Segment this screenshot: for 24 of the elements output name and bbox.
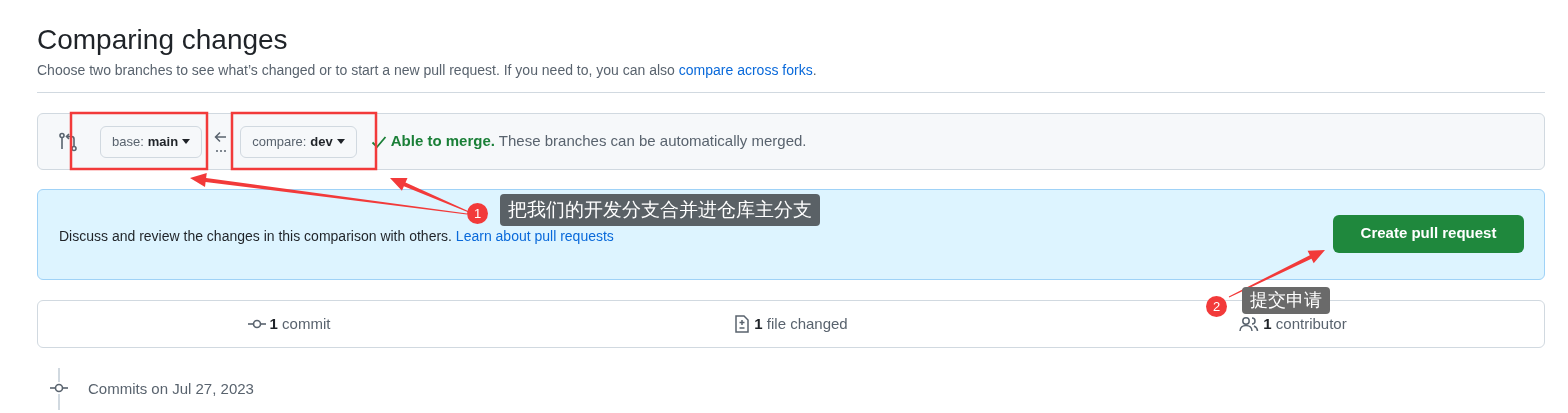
stat-label[interactable]: 1 contributor xyxy=(1263,312,1347,336)
learn-link[interactable]: Learn about pull requests xyxy=(455,227,614,244)
compare-forks-link[interactable]: compare across forks xyxy=(678,62,813,78)
compare-branch-dropdown[interactable]: compare: dev xyxy=(240,125,357,158)
base-branch-dropdown[interactable]: base: main xyxy=(100,125,203,158)
page-subtitle: Choose two branches to see what’s changed or to start a new pull request. If you need to, you can also compare across forks. xyxy=(37,61,818,80)
caret-icon xyxy=(182,139,191,144)
step-badge: 2 xyxy=(1206,296,1227,317)
page-title: Comparing changes xyxy=(37,23,289,57)
check-icon xyxy=(370,134,387,149)
create-pull-request-button[interactable]: Create pull request xyxy=(1333,214,1524,253)
people-icon xyxy=(1239,316,1260,332)
file-diff-icon xyxy=(734,315,751,333)
left-arrow-icon xyxy=(214,130,229,153)
commits-heading: Commits on Jul 27, 2023 xyxy=(88,378,254,399)
caret-icon xyxy=(336,139,345,144)
stat-label[interactable]: 1 file changed xyxy=(754,312,848,336)
stat-label[interactable]: 1 commit xyxy=(269,312,331,336)
discuss-text: Discuss and review the changes in this comparison with others. Learn about pull requests xyxy=(59,226,614,246)
callout-note: 把我们的开发分支合并进仓库主分支 xyxy=(500,194,820,226)
merge-status: Able to merge. These branches can be automatically merged. xyxy=(390,131,807,152)
commit-icon xyxy=(247,318,266,330)
callout-note: 提交申请 xyxy=(1242,287,1330,314)
compare-icon xyxy=(58,131,78,152)
